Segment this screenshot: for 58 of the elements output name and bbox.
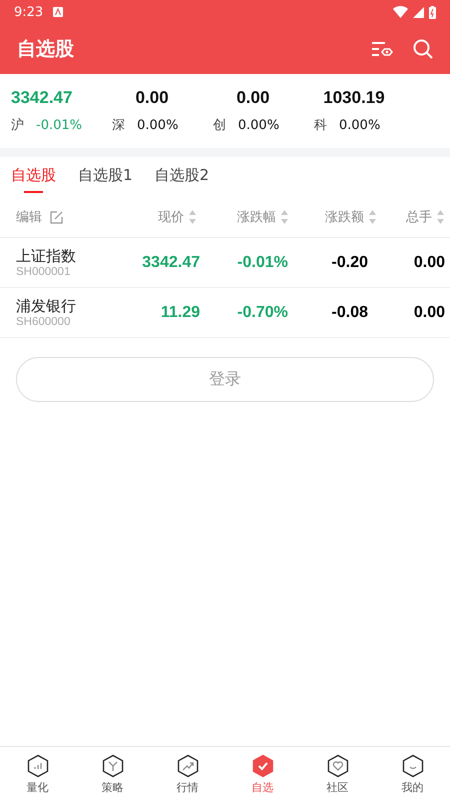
percent-change-cell-text: -0.70%: [236, 304, 288, 322]
index-value: 0.00: [235, 88, 271, 108]
battery-icon: [429, 6, 436, 18]
trend-icon: [176, 754, 200, 778]
search-icon[interactable]: [413, 39, 433, 59]
nav-item[interactable]: 量化: [0, 747, 75, 801]
stock-code: SH600000: [16, 316, 72, 328]
notification-icon: [53, 7, 64, 17]
column-header[interactable]: 现价: [158, 208, 184, 226]
column-header[interactable]: 涨跌额: [325, 208, 364, 226]
sort-icon: [281, 210, 288, 224]
bar-chart-icon: [26, 754, 50, 778]
nav-item[interactable]: 社区: [300, 747, 375, 801]
list-settings-icon[interactable]: [372, 40, 393, 58]
watchlist-tab[interactable]: 自选股2: [154, 165, 210, 193]
page-title: 自选股: [17, 37, 74, 62]
change-cell-text: -0.08: [330, 304, 368, 322]
index-change: 0.00%: [137, 118, 178, 132]
edit-icon[interactable]: [50, 210, 63, 224]
watchlist-tab[interactable]: 自选股1: [78, 165, 133, 193]
status-time: 9:23: [14, 4, 44, 20]
login-button[interactable]: 登录: [16, 357, 434, 402]
volume-cell-text: 0.00: [412, 304, 445, 322]
index-change: -0.01%: [36, 118, 82, 132]
change-cell-text: -0.20: [330, 254, 368, 272]
stock-name: 上证指数: [16, 247, 77, 266]
signal-icon: [413, 6, 424, 18]
check-icon: [250, 754, 274, 778]
heart-icon: [326, 754, 350, 778]
market-label: 创: [213, 117, 226, 134]
index-value: 0.00: [134, 88, 170, 108]
volume-cell-text: 0.00: [412, 254, 445, 272]
price-cell-text: 3342.47: [141, 254, 200, 272]
stock-code: SH000001: [16, 266, 72, 278]
branch-icon: [100, 754, 124, 778]
nav-item[interactable]: 我的: [375, 747, 450, 801]
price-cell-text: 11.29: [160, 304, 200, 322]
market-label: 科: [314, 117, 327, 134]
index-value: 3342.47: [11, 88, 74, 108]
market-label: 深: [112, 117, 125, 134]
sort-icon: [189, 210, 196, 224]
percent-change-cell-text: -0.01%: [236, 254, 288, 272]
index-change: 0.00%: [339, 118, 380, 132]
wifi-icon: [393, 6, 408, 18]
nav-item[interactable]: 自选: [225, 747, 300, 801]
index-value: 1030.19: [322, 88, 386, 108]
sort-icon: [437, 210, 444, 224]
nav-item[interactable]: 行情: [150, 747, 225, 801]
edit-label[interactable]: 编辑: [16, 208, 42, 226]
watchlist-tab[interactable]: 自选股: [11, 165, 56, 193]
column-header[interactable]: 总手: [406, 208, 432, 226]
stock-name: 浦发银行: [16, 297, 77, 316]
sort-icon: [369, 210, 376, 224]
market-label: 沪: [11, 117, 24, 134]
nav-item[interactable]: 策略: [75, 747, 150, 801]
index-change: 0.00%: [238, 118, 280, 132]
column-header[interactable]: 涨跌幅: [237, 208, 276, 226]
smile-icon: [400, 754, 424, 778]
